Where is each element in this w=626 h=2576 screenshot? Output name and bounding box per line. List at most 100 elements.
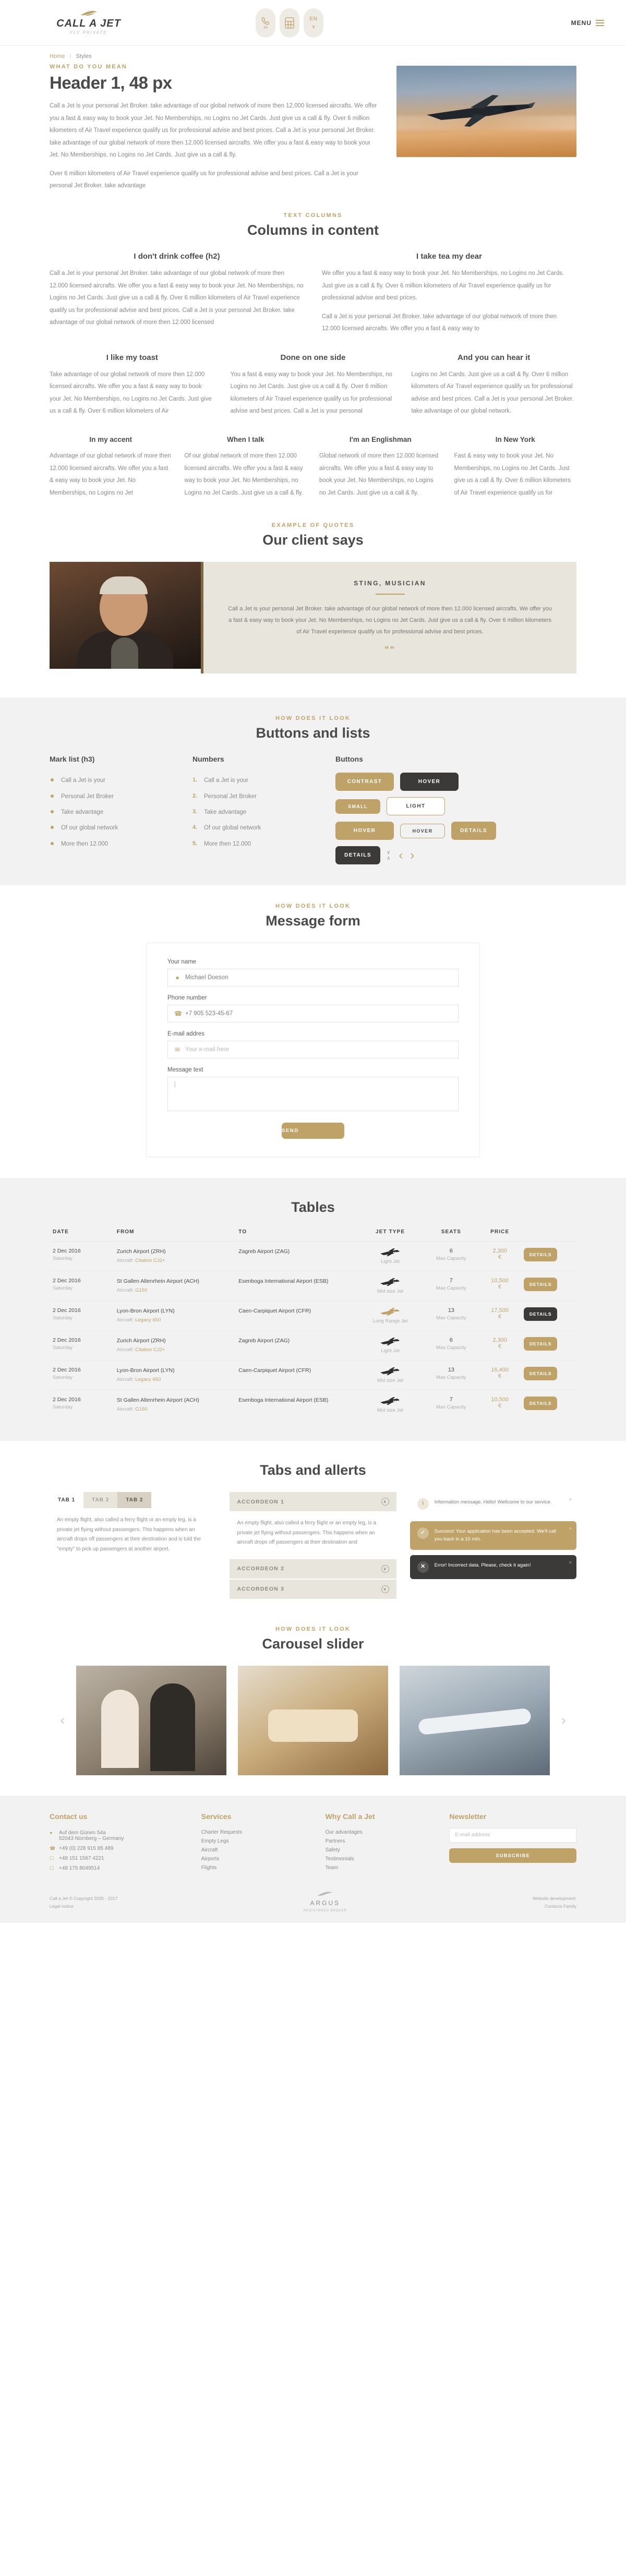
footer-link[interactable]: Partners xyxy=(326,1837,436,1846)
footer-link[interactable]: Safety xyxy=(326,1846,436,1855)
footer-link[interactable]: Charter Requests xyxy=(201,1828,312,1837)
buttons-lists-section: HOW DOES IT LOOK Buttons and lists Mark … xyxy=(0,697,626,886)
name-input[interactable]: ● Michael Doeson xyxy=(167,969,459,987)
logo[interactable]: CALL A JET FLY PRIVATE xyxy=(0,10,156,35)
footer-legal[interactable]: Legal notice xyxy=(50,1903,118,1910)
details-button[interactable]: DETAILS xyxy=(524,1278,558,1292)
carousel-next-icon[interactable]: › xyxy=(561,1712,566,1728)
list-item: Of our global network xyxy=(50,820,180,836)
carousel-slide-1[interactable] xyxy=(76,1665,226,1775)
cell-date: 2 Dec 2016 Saturday xyxy=(50,1301,114,1331)
cell-from: Lyon-Bron Airport (LYN) Aircraft: Legacy … xyxy=(113,1360,236,1391)
th-date: DATE xyxy=(50,1229,114,1242)
cell-date: 2 Dec 2016 Saturday xyxy=(50,1360,114,1391)
message-field-group: Message text | xyxy=(167,1067,459,1112)
contrast-button[interactable]: CONTRAST xyxy=(335,773,394,791)
prev-arrow-icon[interactable]: ‹ xyxy=(399,848,403,863)
next-arrow-icon[interactable]: › xyxy=(410,848,414,863)
footer-phone-2-value: +49 151 1567 4221 xyxy=(59,1855,104,1861)
footer-link[interactable]: Our advantages xyxy=(326,1828,436,1837)
column: I'm an Englishman Global network of more… xyxy=(319,436,442,505)
close-icon[interactable]: × xyxy=(569,1559,572,1566)
cell-to: Zagreb Airport (ZAG) xyxy=(235,1330,357,1361)
tab-1[interactable]: TAB 1 xyxy=(50,1492,84,1509)
chevron-up-icon[interactable]: ∧ xyxy=(387,856,390,861)
footer-link[interactable]: Airports xyxy=(201,1855,312,1863)
column-text: Advantage of our global network of more … xyxy=(50,453,171,496)
email-input[interactable]: ✉ Your e-mail here xyxy=(167,1041,459,1059)
cell-action: DETAILS xyxy=(521,1241,576,1272)
menu-button[interactable]: MENU xyxy=(571,19,604,27)
column: I take tea my dear We offer you a fast &… xyxy=(322,252,576,342)
footer-link[interactable]: Team xyxy=(326,1863,436,1872)
column-text: Fast & easy way to book your Jet. No Mem… xyxy=(454,453,571,496)
light-button[interactable]: LIGHT xyxy=(387,797,445,816)
language-selector[interactable]: EN ∨ xyxy=(304,8,323,38)
message-textarea[interactable]: | xyxy=(167,1077,459,1112)
hover-outline-button[interactable]: HOVER xyxy=(400,823,445,838)
calculator-icon[interactable] xyxy=(280,8,299,38)
site-footer: Contact us ● Auf dem Günen 54a 52043 Nür… xyxy=(0,1796,626,1886)
close-icon[interactable]: × xyxy=(569,1496,572,1503)
details-button[interactable]: DETAILS xyxy=(524,1337,558,1351)
footer-why-title: Why Call a Jet xyxy=(325,1812,375,1821)
hero-section: WHAT DO YOU MEAN Header 1, 48 px Call a … xyxy=(50,64,576,199)
details-dark-button[interactable]: DETAILS xyxy=(335,846,380,865)
footer-phone-3[interactable]: ☐ +49 175 8049514 xyxy=(50,1863,188,1873)
column-heading: When I talk xyxy=(227,436,264,443)
footer-phone-3-value: +49 175 8049514 xyxy=(59,1865,100,1871)
cell-price: 17,500 € xyxy=(479,1301,521,1331)
quote-body: STING, MUSICIAN Call a Jet is your perso… xyxy=(201,562,576,674)
close-icon[interactable]: × xyxy=(569,1525,572,1532)
column-heading: I like my toast xyxy=(106,353,158,362)
column: I like my toast Take advantage of our gl… xyxy=(50,353,215,424)
details-button[interactable]: DETAILS xyxy=(524,1397,558,1411)
four-column-group: In my accent Advantage of our global net… xyxy=(50,436,576,505)
accordion-1-header[interactable]: ACCORDEON 1 ∧ xyxy=(230,1492,396,1512)
cell-price: 2,300 € xyxy=(479,1241,521,1272)
footer-link[interactable]: Flights xyxy=(201,1863,312,1872)
footer-phone-1[interactable]: ☎ +49 (0) 228 915 85 489 xyxy=(50,1844,188,1853)
footer-phone-2[interactable]: ☐ +49 151 1567 4221 xyxy=(50,1853,188,1863)
chevron-down-icon[interactable]: ∨ xyxy=(387,850,390,856)
breadcrumb-home[interactable]: Home xyxy=(50,53,65,59)
phone-field-group: Phone number ☎ +7 905 523-45-67 xyxy=(167,995,459,1023)
list-item: Take advantage xyxy=(50,804,180,820)
th-action xyxy=(521,1229,576,1242)
small-button[interactable]: SMALL xyxy=(335,799,380,814)
details-button[interactable]: DETAILS xyxy=(524,1307,558,1321)
phone-24-icon[interactable]: 24 xyxy=(256,8,275,38)
flights-table: DATE FROM TO JET TYPE SEATS PRICE 2 Dec … xyxy=(50,1229,576,1421)
pin-icon: ● xyxy=(50,1829,53,1835)
mail-icon: ✉ xyxy=(174,1046,180,1054)
updown-stepper[interactable]: ∨ ∧ xyxy=(387,850,390,861)
cell-to: Esenboga International Airport (ESB) xyxy=(235,1390,357,1421)
carousel-slide-2[interactable] xyxy=(238,1665,388,1775)
footer-dev-line-2[interactable]: Contacts Family xyxy=(533,1903,576,1910)
footer-link[interactable]: Aircraft xyxy=(201,1846,312,1855)
cell-to: Caen-Carpiquet Airport (CFR) xyxy=(235,1301,357,1331)
send-button[interactable]: SEND xyxy=(282,1123,344,1139)
newsletter-input[interactable]: E-mail address xyxy=(449,1827,576,1843)
accordion-3-header[interactable]: ACCORDEON 3 ∨ xyxy=(230,1579,396,1599)
footer-link[interactable]: Testimonials xyxy=(326,1855,436,1863)
email-label: E-mail addres xyxy=(167,1031,204,1038)
carousel-prev-icon[interactable]: ‹ xyxy=(60,1712,65,1728)
page-title: Header 1, 48 px xyxy=(50,73,172,92)
table-row: 2 Dec 2016 Saturday Zurich Airport (ZRH) Ai… xyxy=(50,1330,576,1361)
details-gold-button[interactable]: DETAILS xyxy=(451,822,496,840)
tab-2[interactable]: TAB 2 xyxy=(83,1492,118,1509)
footer-contact: Contact us ● Auf dem Günen 54a 52043 Nür… xyxy=(50,1812,188,1873)
accordion-2-header[interactable]: ACCORDEON 2 ∨ xyxy=(230,1559,396,1579)
phone-input[interactable]: ☎ +7 905 523-45-67 xyxy=(167,1005,459,1023)
hover-gold-button[interactable]: HOVER xyxy=(335,822,394,840)
hover-dark-button[interactable]: HOVER xyxy=(400,773,459,791)
carousel-slide-3[interactable] xyxy=(400,1665,550,1775)
carousel-title: Carousel slider xyxy=(262,1635,364,1652)
footer-link[interactable]: Empty Legs xyxy=(201,1837,312,1846)
tab-3[interactable]: TAB 2 xyxy=(117,1492,152,1509)
subscribe-button[interactable]: SUBSCRIBE xyxy=(449,1848,576,1863)
details-button[interactable]: DETAILS xyxy=(524,1248,558,1262)
details-button[interactable]: DETAILS xyxy=(524,1367,558,1381)
quote-marks-icon: "" xyxy=(384,645,396,656)
